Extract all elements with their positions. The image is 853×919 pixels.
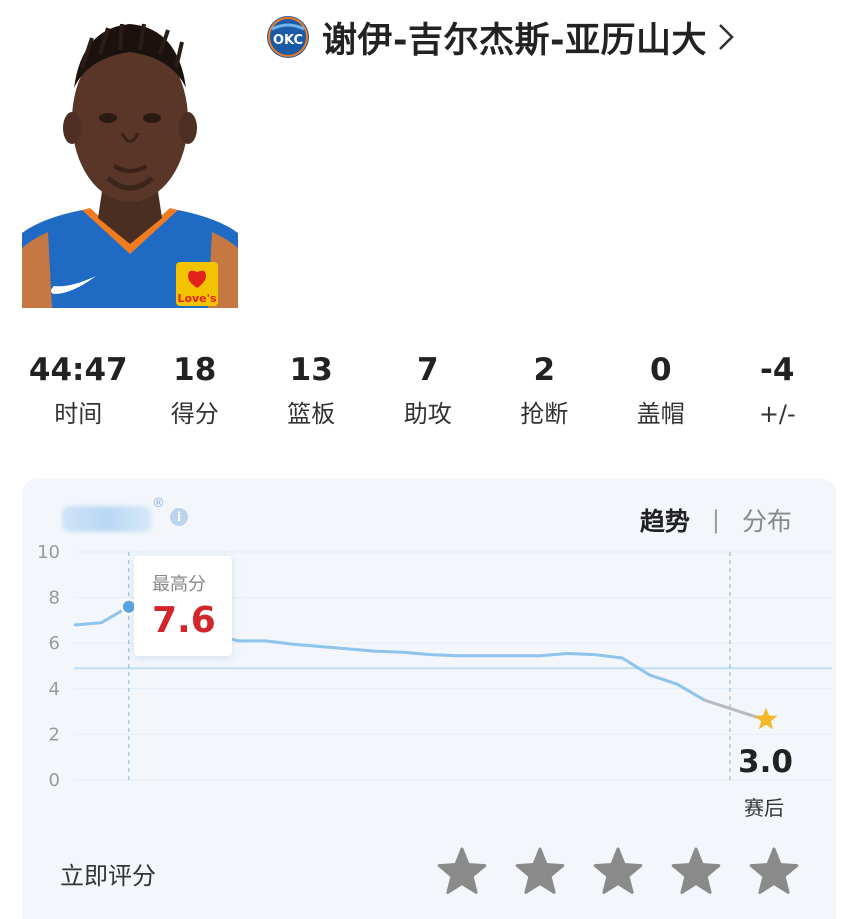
stat-label: 时间 [54,400,103,428]
stat-label: 盖帽 [636,400,685,428]
svg-text:Love's: Love's [177,292,217,305]
stat-value: 18 [173,352,217,388]
y-tick-label: 10 [37,542,60,563]
svg-text:OKC: OKC [273,33,303,48]
tab-separator: | [711,506,720,534]
tab-trend[interactable]: 趋势 [640,502,690,538]
okc-logo-icon: OKC [266,15,310,59]
rating-tabs: 趋势 | 分布 [640,502,792,538]
y-tick-label: 4 [49,679,60,700]
stat-value: 44:47 [28,352,128,388]
rating-card: ® i 趋势 | 分布 10 8 6 4 2 0 最高分 7.6 3.0 赛后 立即评分 [22,478,836,919]
final-label: 赛后 [744,796,784,820]
tooltip-value: 7.6 [152,600,216,641]
stat-label: 篮板 [287,400,336,428]
stat-blocks: 0 盖帽 [603,348,720,430]
stat-rebounds: 13 篮板 [253,348,370,430]
stat-points: 18 得分 [137,348,254,430]
star-icon[interactable] [748,846,800,898]
y-tick-label: 6 [49,633,60,654]
rate-now-label: 立即评分 [60,862,156,890]
rating-stars [436,846,800,898]
peak-tooltip: 最高分 7.6 [134,556,232,656]
stat-minutes: 44:47 时间 [20,348,137,430]
player-photo-illustration: Love's [22,23,238,308]
player-name-row[interactable]: OKC 谢伊-吉尔杰斯-亚历山大 [266,12,735,62]
y-tick-label: 0 [49,770,60,791]
stat-value: 13 [289,352,333,388]
stat-label: +/- [758,400,796,428]
info-icon[interactable]: i [170,508,188,526]
tab-distribution[interactable]: 分布 [742,502,792,538]
star-icon[interactable] [670,846,722,898]
stat-value: -4 [760,352,795,388]
rating-brand-logo [62,506,152,532]
player-photo: Love's [22,18,238,308]
stat-value: 0 [649,352,672,388]
stat-label: 得分 [170,400,219,428]
player-name[interactable]: 谢伊-吉尔杰斯-亚历山大 [322,12,707,63]
stat-steals: 2 抢断 [486,348,603,430]
star-icon[interactable] [436,846,488,898]
stat-value: 2 [533,352,556,388]
stat-plus-minus: -4 +/- [719,348,836,430]
final-segment-line [704,698,759,720]
final-star-icon [754,707,778,730]
stat-value: 7 [416,352,439,388]
y-tick-label: 2 [49,724,60,745]
stat-label: 抢断 [520,400,569,428]
registered-mark: ® [152,496,165,511]
star-icon[interactable] [514,846,566,898]
tooltip-label: 最高分 [152,574,206,595]
final-score: 3.0 [738,744,793,780]
stat-label: 助攻 [403,400,452,428]
chevron-right-icon[interactable] [717,22,735,52]
stats-row: 44:47 时间 18 得分 13 篮板 7 助攻 2 抢断 0 盖帽 -4 +… [20,348,836,430]
y-tick-label: 8 [49,588,60,609]
star-icon[interactable] [592,846,644,898]
stat-assists: 7 助攻 [370,348,487,430]
